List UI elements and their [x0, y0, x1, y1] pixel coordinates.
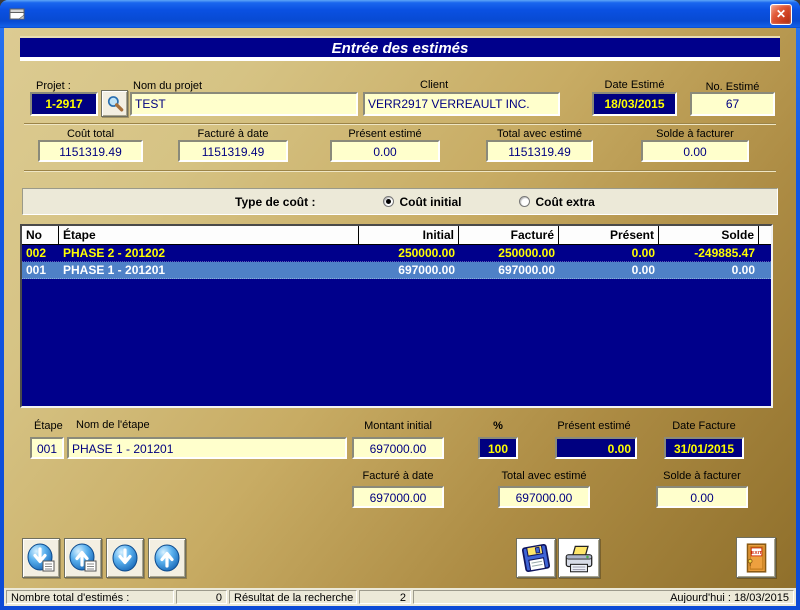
print-button[interactable]	[558, 538, 600, 578]
table-row[interactable]: 002 PHASE 2 - 201202 250000.00 250000.00…	[22, 245, 771, 262]
nom-etape-label: Nom de l'étape	[76, 419, 150, 431]
present-estime-bottom-field[interactable]: 0.00	[555, 437, 637, 459]
radio-icon	[519, 196, 530, 207]
projet-label: Projet :	[36, 80, 71, 92]
etape-label: Étape	[34, 420, 63, 432]
facture-a-date-bottom-label: Facturé à date	[352, 470, 444, 482]
nav-first-button[interactable]	[64, 538, 102, 578]
col-initial: Initial	[359, 226, 459, 244]
status-resultat-value: 2	[359, 590, 411, 604]
col-facture: Facturé	[459, 226, 559, 244]
arrow-down-icon	[109, 542, 141, 574]
present-estime-field: 0.00	[330, 140, 440, 162]
app-window: ✕ Entrée des estimés Projet : Nom du pro…	[0, 0, 800, 610]
solde-a-facturer-bottom-label: Solde à facturer	[656, 470, 748, 482]
radio-cout-initial[interactable]: Coût initial	[383, 195, 461, 209]
nom-projet-input[interactable]: TEST	[130, 92, 358, 116]
cell-facture: 250000.00	[459, 246, 559, 260]
cell-facture: 697000.00	[459, 263, 559, 277]
arrow-up-icon	[151, 542, 183, 574]
cell-initial: 697000.00	[359, 263, 459, 277]
exit-button[interactable]: EXIT	[736, 537, 776, 578]
col-spacer	[759, 226, 771, 244]
col-solde: Solde	[659, 226, 759, 244]
etapes-table[interactable]: No Étape Initial Facturé Présent Solde 0…	[20, 224, 773, 408]
date-estime-label: Date Estimé	[592, 79, 677, 91]
date-facture-label: Date Facture	[664, 420, 744, 432]
projet-search-button[interactable]	[101, 90, 128, 117]
cout-total-field: 1151319.49	[38, 140, 143, 162]
table-row-selected[interactable]: 001 PHASE 1 - 201201 697000.00 697000.00…	[22, 262, 771, 279]
floppy-disk-icon	[519, 541, 553, 575]
no-estime-field[interactable]: 67	[690, 92, 775, 116]
montant-initial-field[interactable]: 697000.00	[352, 437, 444, 459]
cell-no: 001	[22, 263, 59, 277]
cell-solde: -249885.47	[659, 246, 759, 260]
present-estime-label: Présent estimé	[330, 128, 440, 140]
nom-etape-input[interactable]: PHASE 1 - 201201	[67, 437, 347, 459]
magnifier-icon	[105, 94, 125, 114]
status-resultat-label: Résultat de la recherche :	[229, 590, 357, 604]
type-cout-panel: Type de coût : Coût initial Coût extra	[22, 188, 778, 215]
radio-cout-extra-label: Coût extra	[535, 195, 594, 209]
nav-previous-button[interactable]	[148, 538, 186, 578]
printer-icon	[561, 541, 597, 575]
type-cout-label: Type de coût :	[235, 195, 315, 209]
radio-icon	[383, 196, 394, 207]
total-avec-estime-label: Total avec estimé	[486, 128, 593, 140]
status-nombre-label: Nombre total d'estimés :	[6, 590, 174, 604]
svg-text:EXIT: EXIT	[751, 549, 762, 555]
cell-solde: 0.00	[659, 263, 759, 277]
solde-a-facturer-bottom-field: 0.00	[656, 486, 748, 508]
solde-a-facturer-field: 0.00	[641, 140, 749, 162]
arrow-up-list-icon	[67, 542, 99, 574]
date-estime-field[interactable]: 18/03/2015	[592, 92, 677, 116]
nom-projet-label: Nom du projet	[133, 80, 202, 92]
pourcent-field[interactable]: 100	[478, 437, 518, 459]
facture-a-date-label: Facturé à date	[178, 128, 288, 140]
nav-last-button[interactable]	[22, 538, 60, 578]
present-estime-bottom-label: Présent estimé	[548, 420, 640, 432]
status-bar: Nombre total d'estimés : 0 Résultat de l…	[4, 588, 796, 606]
status-nombre-value: 0	[176, 590, 227, 604]
divider	[24, 123, 776, 125]
radio-cout-extra[interactable]: Coût extra	[519, 195, 594, 209]
close-button[interactable]: ✕	[770, 4, 792, 25]
cout-total-label: Coût total	[38, 128, 143, 140]
col-no: No	[22, 226, 59, 244]
solde-a-facturer-label: Solde à facturer	[641, 128, 749, 140]
save-button[interactable]	[516, 538, 556, 578]
total-avec-estime-bottom-field: 697000.00	[498, 486, 590, 508]
total-avec-estime-field: 1151319.49	[486, 140, 593, 162]
client-label: Client	[420, 79, 448, 91]
window-icon	[9, 6, 25, 22]
cell-no: 002	[22, 246, 59, 260]
exit-door-icon: EXIT	[739, 540, 773, 576]
cell-present: 0.00	[559, 246, 659, 260]
date-facture-field[interactable]: 31/01/2015	[664, 437, 744, 459]
titlebar[interactable]: ✕	[0, 0, 800, 28]
total-avec-estime-bottom-label: Total avec estimé	[498, 470, 590, 482]
col-present: Présent	[559, 226, 659, 244]
facture-a-date-field: 1151319.49	[178, 140, 288, 162]
radio-cout-initial-label: Coût initial	[399, 195, 461, 209]
cell-initial: 250000.00	[359, 246, 459, 260]
facture-a-date-bottom-field: 697000.00	[352, 486, 444, 508]
status-date: Aujourd'hui : 18/03/2015	[413, 590, 794, 604]
cell-etape: PHASE 1 - 201201	[59, 263, 359, 277]
cell-present: 0.00	[559, 263, 659, 277]
table-header: No Étape Initial Facturé Présent Solde	[22, 226, 771, 245]
projet-field[interactable]: 1-2917	[30, 92, 98, 116]
page-title: Entrée des estimés	[20, 36, 780, 61]
divider	[24, 170, 776, 172]
pourcent-label: %	[478, 420, 518, 432]
cell-etape: PHASE 2 - 201202	[59, 246, 359, 260]
client-input[interactable]: VERR2917 VERREAULT INC.	[363, 92, 560, 116]
arrow-down-list-icon	[25, 542, 57, 574]
col-etape: Étape	[59, 226, 359, 244]
montant-initial-label: Montant initial	[352, 420, 444, 432]
nav-next-button[interactable]	[106, 538, 144, 578]
etape-field[interactable]: 001	[30, 437, 64, 459]
